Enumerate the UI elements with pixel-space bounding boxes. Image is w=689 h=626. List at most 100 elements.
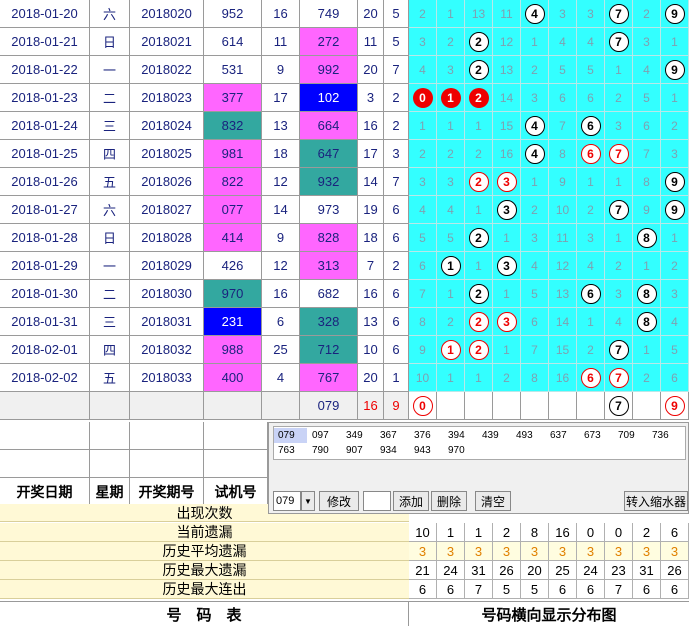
- pending-dist-cell: [493, 392, 521, 420]
- cell-span: 7: [384, 56, 409, 84]
- number-select[interactable]: 079: [273, 491, 301, 511]
- pending-dist-cell: 9: [661, 392, 689, 420]
- cell-date: 2018-01-29: [0, 252, 90, 280]
- dist-cell: 2: [605, 84, 633, 112]
- number-item[interactable]: 439: [478, 428, 511, 443]
- stat-label: 历史平均遗漏: [0, 542, 409, 561]
- number-item[interactable]: 367: [376, 428, 409, 443]
- cell-v1: 9: [262, 224, 300, 252]
- number-item[interactable]: 673: [580, 428, 613, 443]
- cell-sum: 19: [358, 196, 384, 224]
- cell-v1: 14: [262, 196, 300, 224]
- cell-code: 932: [300, 168, 358, 196]
- blank-cell: [90, 450, 130, 478]
- number-item[interactable]: 097: [308, 428, 341, 443]
- number-item[interactable]: 079: [274, 428, 307, 443]
- cell-week: 一: [90, 252, 130, 280]
- cell-issue: 2018028: [130, 224, 204, 252]
- dist-cell: 10: [409, 364, 437, 392]
- dist-cell: 4: [661, 308, 689, 336]
- dist-cell: 1: [605, 168, 633, 196]
- dist-cell: 6: [577, 112, 605, 140]
- cell-date: 2018-01-20: [0, 0, 90, 28]
- dist-cell: 1: [465, 196, 493, 224]
- cell-date: 2018-01-21: [0, 28, 90, 56]
- dist-cell: 1: [437, 0, 465, 28]
- cell-date: 2018-02-01: [0, 336, 90, 364]
- number-list[interactable]: 079 097 349 367 376 394 439 493 637 673 709 736 763 7…: [273, 426, 686, 460]
- stat-value: 3: [465, 542, 493, 561]
- cell-issue: 2018030: [130, 280, 204, 308]
- stat-value: 3: [409, 542, 437, 561]
- cell-span: 5: [384, 28, 409, 56]
- digit-ball: 7: [608, 199, 629, 220]
- dist-cell: 4: [549, 28, 577, 56]
- dist-cell: 13: [493, 56, 521, 84]
- number-item[interactable]: 376: [410, 428, 443, 443]
- dist-cell: 3: [521, 224, 549, 252]
- number-item[interactable]: 736: [648, 428, 681, 443]
- digit-ball: 7: [608, 143, 629, 164]
- number-item[interactable]: 394: [444, 428, 477, 443]
- code-input[interactable]: [363, 491, 391, 511]
- number-item[interactable]: 934: [376, 443, 409, 458]
- number-item[interactable]: 943: [410, 443, 443, 458]
- digit-ball: 1: [440, 87, 461, 108]
- number-item[interactable]: 349: [342, 428, 375, 443]
- number-item[interactable]: 763: [274, 443, 307, 458]
- number-item[interactable]: 637: [546, 428, 579, 443]
- cell-date: 2018-01-25: [0, 140, 90, 168]
- cell-sum: 13: [358, 308, 384, 336]
- cell-sum: 7: [358, 252, 384, 280]
- dist-cell: 8: [633, 280, 661, 308]
- cell-span: 3: [384, 140, 409, 168]
- dist-cell: 14: [549, 308, 577, 336]
- number-item[interactable]: 790: [308, 443, 341, 458]
- digit-ball: 9: [664, 3, 685, 24]
- dist-cell: 6: [521, 308, 549, 336]
- stat-value: 6: [661, 523, 689, 542]
- dist-cell: 13: [465, 0, 493, 28]
- modify-button[interactable]: 修改: [319, 491, 359, 511]
- dist-cell: 4: [521, 0, 549, 28]
- blank-cell: [130, 422, 204, 450]
- digit-ball: 2: [468, 227, 489, 248]
- pending-sum: 16: [358, 392, 384, 420]
- delete-button[interactable]: 删除: [431, 491, 467, 511]
- shrink-button[interactable]: 转入缩水器: [624, 491, 688, 511]
- number-item[interactable]: 493: [512, 428, 545, 443]
- dist-cell: 15: [549, 336, 577, 364]
- pending-dist-cell: [437, 392, 465, 420]
- add-button[interactable]: 添加: [393, 491, 429, 511]
- cell-trial: 426: [204, 252, 262, 280]
- cell-date: 2018-01-26: [0, 168, 90, 196]
- dist-cell: 9: [549, 168, 577, 196]
- cell-v1: 9: [262, 56, 300, 84]
- dist-cell: 8: [633, 308, 661, 336]
- digit-ball: 3: [496, 311, 517, 332]
- number-item[interactable]: 970: [444, 443, 477, 458]
- blank-cell: [0, 422, 90, 450]
- digit-ball: 3: [496, 255, 517, 276]
- footer-left: 号 码 表: [0, 601, 409, 626]
- digit-ball: 9: [664, 395, 685, 416]
- cell-v1: 13: [262, 112, 300, 140]
- number-item[interactable]: 709: [614, 428, 647, 443]
- dist-cell: 2: [577, 336, 605, 364]
- cell-v1: 11: [262, 28, 300, 56]
- dist-cell: 2: [605, 252, 633, 280]
- digit-ball: 6: [580, 143, 601, 164]
- stat-value: 1: [437, 523, 465, 542]
- pending-dist-cell: [465, 392, 493, 420]
- number-item[interactable]: 907: [342, 443, 375, 458]
- digit-ball: 7: [608, 3, 629, 24]
- cell-week: 六: [90, 0, 130, 28]
- clear-button[interactable]: 清空: [475, 491, 511, 511]
- dist-cell: 4: [577, 252, 605, 280]
- chevron-down-icon[interactable]: ▼: [301, 491, 315, 511]
- stat-value: 5: [521, 580, 549, 599]
- stat-value: 2: [633, 523, 661, 542]
- stat-value: 23: [605, 561, 633, 580]
- digit-ball: 2: [468, 87, 489, 108]
- cell-date: 2018-01-24: [0, 112, 90, 140]
